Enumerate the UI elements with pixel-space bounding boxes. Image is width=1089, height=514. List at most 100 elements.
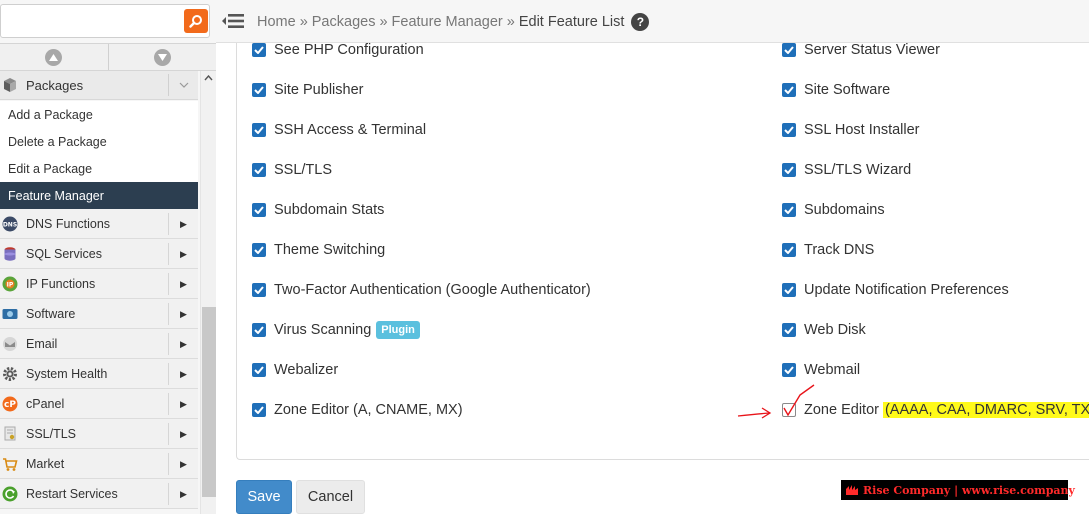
scrollbar-thumb[interactable] bbox=[202, 307, 216, 497]
feature-label: Theme Switching bbox=[274, 242, 386, 258]
feature-subdomains[interactable]: Subdomains bbox=[782, 199, 885, 221]
feature-checkbox[interactable] bbox=[782, 163, 796, 177]
feature-checkbox[interactable] bbox=[252, 363, 266, 377]
sidebar-nav: Packages Add a Package Delete a Package … bbox=[0, 71, 200, 514]
feature-label: SSL Host Installer bbox=[804, 122, 920, 138]
feature-checkbox[interactable] bbox=[252, 83, 266, 97]
feature-label: Subdomains bbox=[804, 202, 885, 218]
feature-zone-editor-aaaa-caa-dmarc-srv-txt[interactable]: Zone Editor (AAAA, CAA, DMARC, SRV, TXT) bbox=[782, 399, 1089, 421]
breadcrumb: Home » Packages » Feature Manager » Edit… bbox=[257, 13, 650, 31]
sidebar-item-market[interactable]: Market ▶ bbox=[0, 449, 198, 479]
feature-server-status-viewer[interactable]: Server Status Viewer bbox=[782, 39, 940, 61]
feature-checkbox[interactable] bbox=[782, 363, 796, 377]
feature-see-php-configuration[interactable]: See PHP Configuration bbox=[252, 39, 424, 61]
chevron-right-icon: ▶ bbox=[168, 243, 198, 265]
gear-icon bbox=[2, 366, 18, 382]
svg-text:cP: cP bbox=[4, 400, 16, 410]
feature-update-notification-preferences[interactable]: Update Notification Preferences bbox=[782, 279, 1009, 301]
feature-label: Two-Factor Authentication (Google Authen… bbox=[274, 282, 591, 298]
feature-checkbox[interactable] bbox=[252, 243, 266, 257]
cancel-button[interactable]: Cancel bbox=[296, 480, 365, 514]
svg-text:IP: IP bbox=[7, 281, 14, 288]
chevron-right-icon: ▶ bbox=[168, 213, 198, 235]
feature-checkbox[interactable] bbox=[782, 83, 796, 97]
sidebar-item-ip-functions[interactable]: IP IP Functions ▶ bbox=[0, 269, 198, 299]
arrow-down-icon bbox=[153, 48, 171, 66]
menu-toggle-button[interactable] bbox=[222, 12, 244, 30]
sidebar-scroll-controls bbox=[0, 43, 216, 71]
feature-ssh-access[interactable]: SSH Access & Terminal bbox=[252, 119, 426, 141]
chevron-right-icon: ▶ bbox=[168, 363, 198, 385]
search-button[interactable] bbox=[184, 9, 208, 33]
sidebar-item-label: cPanel bbox=[26, 396, 65, 411]
save-button[interactable]: Save bbox=[236, 480, 292, 514]
feature-checkbox[interactable] bbox=[782, 203, 796, 217]
sidebar-item-restart-services[interactable]: Restart Services ▶ bbox=[0, 479, 198, 509]
sidebar-scrollbar[interactable] bbox=[200, 71, 216, 514]
feature-web-disk[interactable]: Web Disk bbox=[782, 319, 866, 341]
feature-checkbox[interactable] bbox=[252, 203, 266, 217]
watermark-text: Rise Company | www.rise.company bbox=[863, 483, 1075, 497]
sidebar-section-packages[interactable]: Packages bbox=[0, 71, 198, 100]
help-icon[interactable]: ? bbox=[631, 13, 650, 31]
breadcrumb-home[interactable]: Home bbox=[257, 14, 296, 30]
feature-ssl-tls[interactable]: SSL/TLS bbox=[252, 159, 332, 181]
chevron-right-icon: ▶ bbox=[168, 273, 198, 295]
sidebar-item-label: SSL/TLS bbox=[26, 426, 77, 441]
sidebar-item-system-health[interactable]: System Health ▶ bbox=[0, 359, 198, 389]
sidebar-item-edit-package[interactable]: Edit a Package bbox=[0, 155, 198, 182]
scroll-up-button[interactable] bbox=[0, 44, 108, 70]
sidebar-item-feature-manager[interactable]: Feature Manager bbox=[0, 182, 198, 209]
feature-subdomain-stats[interactable]: Subdomain Stats bbox=[252, 199, 384, 221]
feature-theme-switching[interactable]: Theme Switching bbox=[252, 239, 385, 261]
sidebar-item-cpanel[interactable]: cP cPanel ▶ bbox=[0, 389, 198, 419]
feature-checkbox[interactable] bbox=[252, 283, 266, 297]
sidebar-item-add-package[interactable]: Add a Package bbox=[0, 101, 198, 128]
feature-checkbox[interactable] bbox=[252, 123, 266, 137]
feature-label: Site Publisher bbox=[274, 82, 364, 98]
feature-checkbox[interactable] bbox=[252, 43, 266, 57]
email-icon bbox=[2, 336, 18, 352]
search-box bbox=[0, 4, 212, 40]
feature-webalizer[interactable]: Webalizer bbox=[252, 359, 338, 381]
feature-checkbox[interactable] bbox=[252, 323, 266, 337]
feature-checkbox[interactable] bbox=[782, 43, 796, 57]
sidebar-item-email[interactable]: Email ▶ bbox=[0, 329, 198, 359]
feature-label: Server Status Viewer bbox=[804, 42, 940, 58]
feature-ssl-host-installer[interactable]: SSL Host Installer bbox=[782, 119, 920, 141]
plugin-badge: Plugin bbox=[376, 321, 420, 339]
feature-checkbox[interactable] bbox=[782, 283, 796, 297]
sidebar-item-label: Email bbox=[26, 336, 58, 351]
feature-site-publisher[interactable]: Site Publisher bbox=[252, 79, 363, 101]
feature-checkbox[interactable] bbox=[252, 163, 266, 177]
breadcrumb-packages[interactable]: Packages bbox=[312, 14, 376, 30]
feature-checkbox[interactable] bbox=[252, 403, 266, 417]
sidebar-item-label: System Health bbox=[26, 366, 108, 381]
chevron-down-icon[interactable] bbox=[168, 74, 198, 96]
feature-zone-editor-a-cname-mx[interactable]: Zone Editor (A, CNAME, MX) bbox=[252, 399, 463, 421]
scroll-down-button[interactable] bbox=[107, 44, 217, 70]
sidebar-item-delete-package[interactable]: Delete a Package bbox=[0, 128, 198, 155]
sidebar-item-software[interactable]: Software ▶ bbox=[0, 299, 198, 329]
feature-label: Update Notification Preferences bbox=[804, 282, 1009, 298]
search-input[interactable] bbox=[0, 4, 210, 38]
sidebar-item-dns-functions[interactable]: DNS DNS Functions ▶ bbox=[0, 209, 198, 239]
feature-track-dns[interactable]: Track DNS bbox=[782, 239, 874, 261]
feature-label: Zone Editor (A, CNAME, MX) bbox=[274, 402, 463, 418]
breadcrumb-feature-manager[interactable]: Feature Manager bbox=[392, 14, 503, 30]
chevron-right-icon: ▶ bbox=[168, 483, 198, 505]
chevron-right-icon: ▶ bbox=[168, 303, 198, 325]
sidebar-item-sql-services[interactable]: SQL Services ▶ bbox=[0, 239, 198, 269]
feature-checkbox[interactable] bbox=[782, 123, 796, 137]
feature-site-software[interactable]: Site Software bbox=[782, 79, 890, 101]
breadcrumb-separator: » bbox=[299, 14, 308, 30]
feature-checkbox-unchecked[interactable] bbox=[782, 403, 796, 417]
feature-checkbox[interactable] bbox=[782, 323, 796, 337]
scrollbar-up-icon[interactable] bbox=[204, 73, 213, 84]
feature-virus-scanning[interactable]: Virus Scanning Plugin bbox=[252, 319, 420, 341]
sidebar-item-ssl-tls[interactable]: SSL/TLS ▶ bbox=[0, 419, 198, 449]
feature-two-factor-auth[interactable]: Two-Factor Authentication (Google Authen… bbox=[252, 279, 591, 301]
feature-webmail[interactable]: Webmail bbox=[782, 359, 860, 381]
feature-ssl-tls-wizard[interactable]: SSL/TLS Wizard bbox=[782, 159, 911, 181]
feature-checkbox[interactable] bbox=[782, 243, 796, 257]
